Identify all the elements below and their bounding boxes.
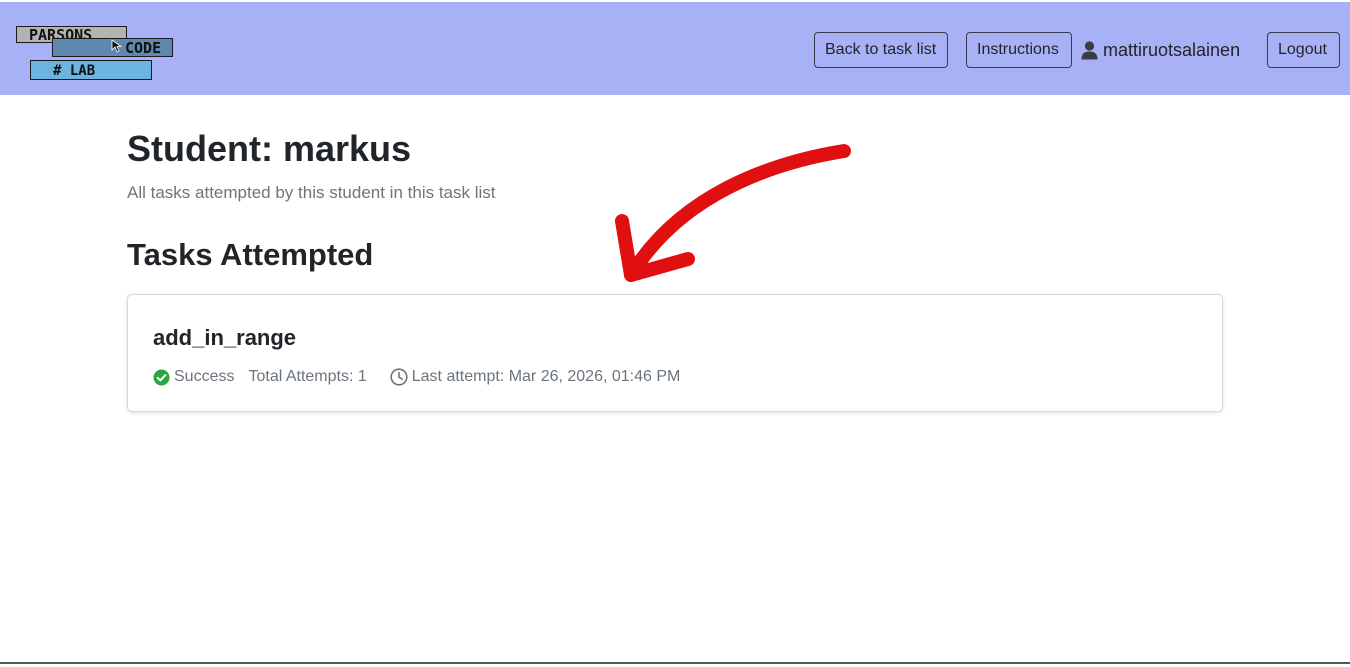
bottom-divider bbox=[0, 662, 1350, 664]
task-name: add_in_range bbox=[153, 325, 297, 350]
current-user: mattiruotsalainen bbox=[1081, 39, 1240, 61]
page-subtitle: All tasks attempted by this student in t… bbox=[127, 183, 496, 202]
cursor-icon bbox=[111, 39, 123, 53]
back-to-task-list-button[interactable]: Back to task list bbox=[814, 32, 948, 68]
task-card[interactable]: add_in_range Success Total Attempts: 1 L… bbox=[127, 294, 1223, 412]
section-title: Tasks Attempted bbox=[127, 237, 374, 272]
logout-button[interactable]: Logout bbox=[1267, 32, 1340, 68]
task-meta: Success Total Attempts: 1 Last attempt: … bbox=[153, 367, 680, 387]
top-navbar: PARSONS CODE # LAB Back to task list Ins… bbox=[0, 0, 1350, 95]
status-badge: Success bbox=[153, 367, 234, 387]
instructions-button[interactable]: Instructions bbox=[966, 32, 1072, 68]
parsons-code-lab-logo[interactable]: PARSONS CODE # LAB bbox=[16, 24, 176, 82]
user-icon bbox=[1081, 40, 1098, 59]
last-attempt: Last attempt: Mar 26, 2026, 01:46 PM bbox=[390, 367, 681, 387]
check-circle-icon bbox=[153, 369, 170, 385]
status-text: Success bbox=[174, 368, 235, 385]
page-title: Student: markus bbox=[127, 128, 412, 169]
clock-icon bbox=[390, 368, 408, 386]
logo-lab: # LAB bbox=[30, 60, 152, 80]
last-attempt-text: Last attempt: Mar 26, 2026, 01:46 PM bbox=[411, 368, 681, 385]
red-arrow-annotation bbox=[615, 144, 851, 282]
total-attempts: Total Attempts: 1 bbox=[248, 368, 367, 385]
username-label: mattiruotsalainen bbox=[1103, 39, 1241, 60]
